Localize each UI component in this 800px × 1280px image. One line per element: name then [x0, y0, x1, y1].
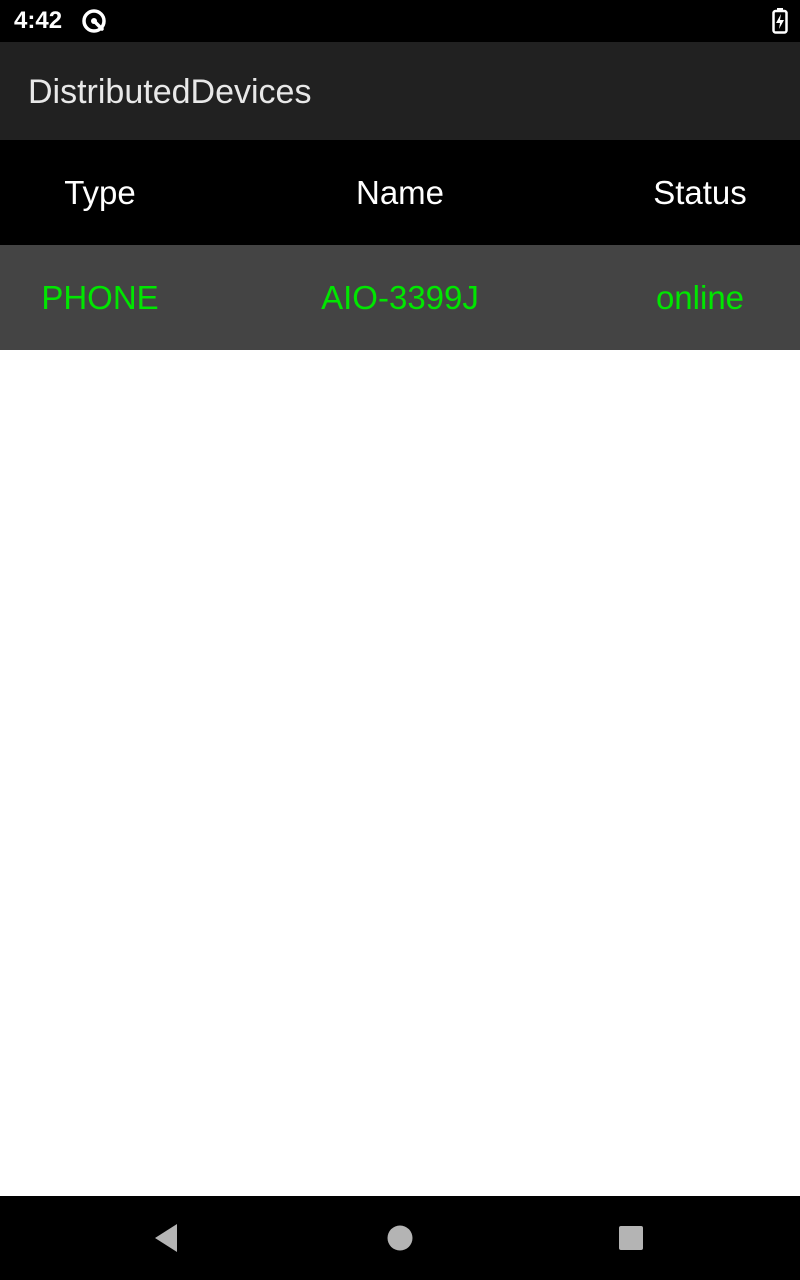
header-status: Status	[653, 173, 747, 211]
navigation-bar	[0, 1196, 800, 1280]
status-time: 4:42	[14, 7, 63, 34]
recents-button[interactable]	[611, 1218, 651, 1258]
device-status: online	[655, 278, 745, 316]
app-bar: DistributedDevices	[0, 42, 800, 140]
status-bar: 4:42	[0, 0, 800, 42]
recents-square-icon	[619, 1226, 643, 1250]
device-type: PHONE	[41, 278, 159, 316]
app-title: DistributedDevices	[28, 73, 312, 111]
device-name: AIO-3399J	[321, 278, 479, 316]
battery-charging-icon	[772, 8, 788, 34]
back-triangle-icon	[155, 1224, 177, 1252]
back-button[interactable]	[148, 1218, 188, 1258]
home-button[interactable]	[380, 1218, 420, 1258]
home-circle-icon	[387, 1225, 413, 1251]
data-saver-icon	[81, 8, 107, 34]
table-header: Type Name Status	[0, 140, 800, 245]
device-row[interactable]: PHONE AIO-3399J online	[0, 245, 800, 350]
header-type: Type	[64, 173, 136, 211]
header-name: Name	[355, 173, 445, 211]
screen: 4:42 DistributedDevices Type Name Status…	[0, 0, 800, 1280]
